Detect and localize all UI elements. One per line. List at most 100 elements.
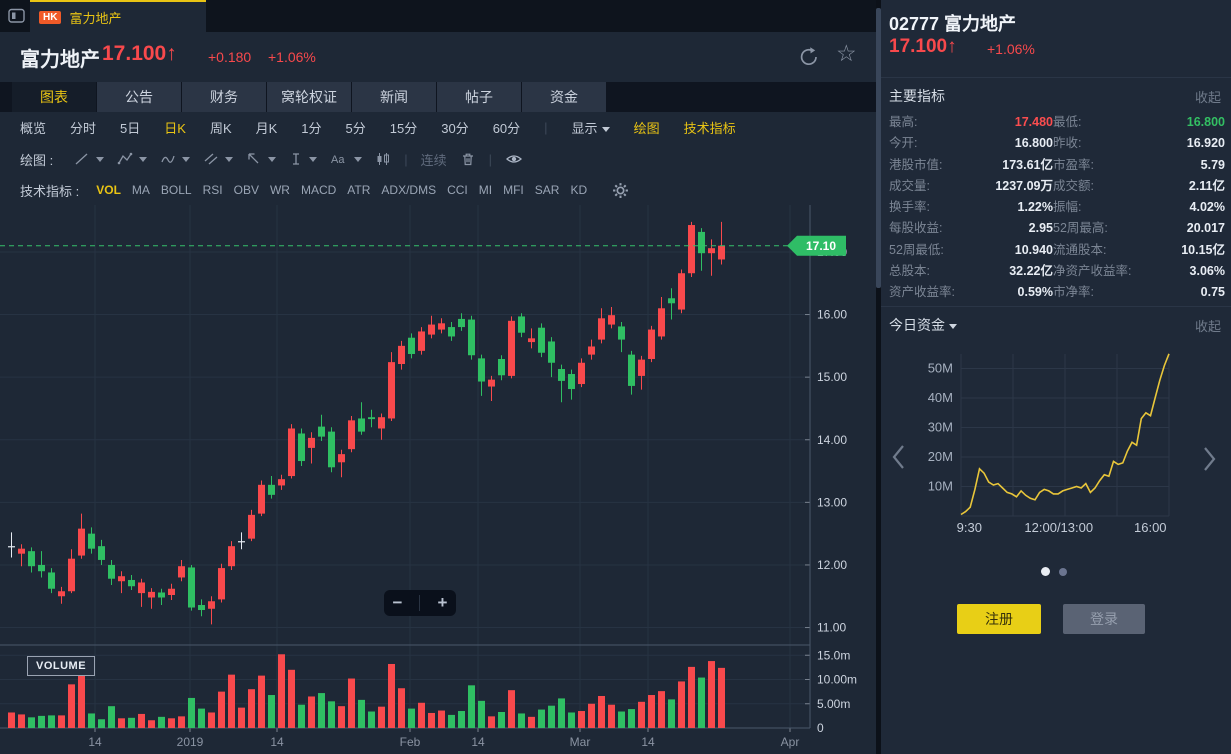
tab-新闻[interactable]: 新闻 (352, 82, 436, 112)
stat-value: 4.02% (1155, 197, 1225, 218)
indicator-SAR[interactable]: SAR (535, 183, 560, 197)
tab-帖子[interactable]: 帖子 (437, 82, 521, 112)
login-button[interactable]: 登录 (1063, 604, 1145, 634)
channel-tool-icon[interactable] (203, 151, 233, 167)
quote-code-name: 02777 富力地产 (889, 10, 1016, 36)
svg-text:5.00m: 5.00m (817, 697, 850, 711)
tech-indicator-toggle[interactable]: 技术指标 (684, 118, 736, 137)
period-5分[interactable]: 5分 (346, 118, 366, 137)
carousel-dots (1041, 567, 1067, 576)
indicator-VOL[interactable]: VOL (96, 183, 121, 197)
today-fund-title[interactable]: 今日资金 (889, 315, 957, 335)
stock-app-window: HK 富力地产 富力地产 17.100↑ +0.180 +1.06% ☆ 图表公… (0, 0, 1231, 754)
candlestick-chart[interactable]: 14201914Feb14Mar14Apr17.0016.0015.0014.0… (0, 205, 875, 754)
indicator-MI[interactable]: MI (479, 183, 492, 197)
indicator-bar-label: 技术指标 : (20, 181, 79, 200)
stock-name: 富力地产 (20, 43, 100, 72)
draw-mode-toggle[interactable]: 绘图 (634, 118, 660, 137)
svg-text:12.00: 12.00 (817, 558, 847, 572)
indicator-ATR[interactable]: ATR (347, 183, 370, 197)
tab-图表[interactable]: 图表 (12, 82, 96, 112)
chevron-down-icon (602, 127, 610, 132)
tab-公告[interactable]: 公告 (97, 82, 181, 112)
indicator-MFI[interactable]: MFI (503, 183, 524, 197)
period-日K[interactable]: 日K (164, 118, 186, 137)
favorite-star-icon[interactable]: ☆ (836, 40, 857, 67)
svg-text:12:00/13:00: 12:00/13:00 (1024, 520, 1093, 535)
stat-label: 52周最高: (1053, 218, 1155, 239)
period-周K[interactable]: 周K (210, 118, 232, 137)
stat-value: 2.11亿 (1155, 176, 1225, 197)
stat-label: 流通股本: (1053, 240, 1155, 261)
continuous-draw-toggle[interactable]: 连续 (421, 150, 447, 169)
indicator-WR[interactable]: WR (270, 183, 290, 197)
stat-label: 昨收: (1053, 133, 1155, 154)
period-分时[interactable]: 分时 (70, 118, 96, 137)
indicator-RSI[interactable]: RSI (203, 183, 223, 197)
tab-资金[interactable]: 资金 (522, 82, 606, 112)
indicator-BOLL[interactable]: BOLL (161, 183, 192, 197)
svg-text:16.00: 16.00 (817, 308, 847, 322)
stat-label: 资产收益率: (889, 282, 977, 303)
indicator-ADX/DMS[interactable]: ADX/DMS (381, 183, 436, 197)
indicator-OBV[interactable]: OBV (234, 183, 259, 197)
candle-pattern-tool-icon[interactable] (375, 151, 391, 167)
next-page-chevron[interactable] (1201, 445, 1217, 478)
text-tool-icon[interactable]: Aa (330, 151, 362, 167)
stock-change: +0.180 (208, 49, 251, 65)
svg-text:16:00: 16:00 (1134, 520, 1167, 535)
polyline-tool-icon[interactable] (117, 151, 147, 167)
indicator-CCI[interactable]: CCI (447, 183, 468, 197)
stat-label: 市盈率: (1053, 155, 1155, 176)
collapse-sidebar-icon[interactable] (8, 7, 26, 25)
stat-value: 16.920 (1155, 133, 1225, 154)
trash-icon[interactable] (460, 151, 476, 167)
period-概览[interactable]: 概览 (20, 118, 46, 137)
main-tab-bar: 图表公告财务窝轮权证新闻帖子资金 (0, 82, 876, 112)
tab-窝轮权证[interactable]: 窝轮权证 (267, 82, 351, 112)
indicator-settings-gear-icon[interactable] (612, 182, 629, 199)
collapse-main-indicators-link[interactable]: 收起 (1195, 87, 1221, 106)
period-30分[interactable]: 30分 (441, 118, 468, 137)
stat-value: 1.22% (977, 197, 1053, 218)
svg-text:13.00: 13.00 (817, 495, 847, 509)
period-1分[interactable]: 1分 (301, 118, 321, 137)
svg-text:10.00m: 10.00m (817, 673, 857, 687)
fund-flow-chart: 10M20M30M40M50M9:3012:00/13:0016:00 (881, 348, 1181, 538)
period-5日[interactable]: 5日 (120, 118, 140, 137)
stock-tab[interactable]: HK 富力地产 (30, 0, 206, 32)
prev-page-chevron[interactable] (891, 443, 907, 476)
refresh-icon[interactable] (797, 45, 821, 74)
quote-panel: 02777 富力地产 17.100↑ +1.06% 主要指标 收起 最高:17.… (881, 0, 1231, 754)
wave-tool-icon[interactable] (160, 151, 190, 167)
arrow-tool-icon[interactable] (246, 151, 276, 167)
stat-label: 振幅: (1053, 197, 1155, 218)
period-60分[interactable]: 60分 (493, 118, 520, 137)
zoom-in-button[interactable]: + (438, 593, 448, 613)
collapse-today-fund-link[interactable]: 收起 (1195, 316, 1221, 335)
page-dot-active[interactable] (1041, 567, 1050, 576)
svg-text:9:30: 9:30 (957, 520, 982, 535)
svg-text:15.00: 15.00 (817, 370, 847, 384)
tab-strip: HK 富力地产 (0, 0, 876, 32)
stat-value: 1237.09万 (977, 176, 1053, 197)
indicator-KD[interactable]: KD (570, 183, 587, 197)
stat-label: 成交额: (1053, 176, 1155, 197)
stat-label: 市净率: (1053, 282, 1155, 303)
period-月K[interactable]: 月K (256, 118, 278, 137)
register-button[interactable]: 注册 (957, 604, 1041, 634)
zoom-out-button[interactable]: − (393, 593, 403, 613)
cursor-tool-icon[interactable] (289, 151, 317, 167)
line-tool-icon[interactable] (74, 151, 104, 167)
page-dot[interactable] (1059, 568, 1067, 576)
stat-label: 净资产收益率: (1053, 261, 1155, 282)
stock-header: 富力地产 17.100↑ +0.180 +1.06% ☆ (0, 32, 876, 82)
tab-财务[interactable]: 财务 (182, 82, 266, 112)
period-15分[interactable]: 15分 (390, 118, 417, 137)
indicator-MA[interactable]: MA (132, 183, 150, 197)
indicator-MACD[interactable]: MACD (301, 183, 336, 197)
eye-icon[interactable] (505, 151, 523, 167)
svg-text:14: 14 (471, 735, 485, 749)
display-menu[interactable]: 显示 (572, 118, 610, 137)
svg-text:Apr: Apr (781, 735, 800, 749)
